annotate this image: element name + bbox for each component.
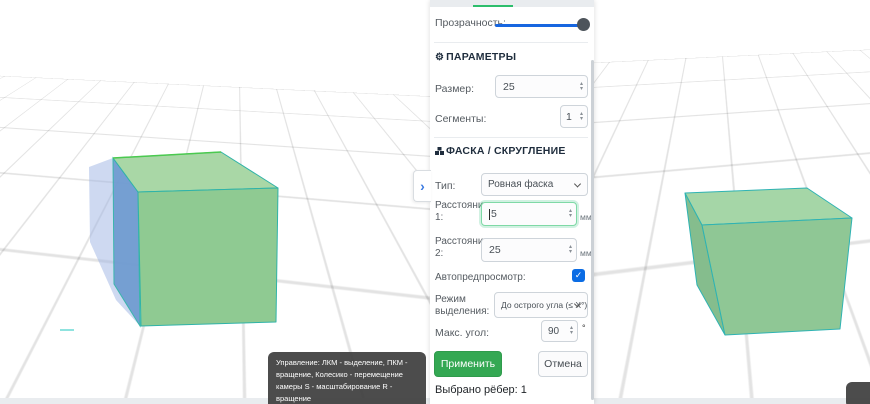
distance1-stepper[interactable]: ▴ ▾	[569, 209, 572, 219]
max-angle-stepper[interactable]: ▴ ▾	[570, 326, 573, 336]
chevron-down-icon	[574, 180, 581, 187]
max-angle-label: Макс. угол:	[435, 327, 489, 340]
divider	[434, 42, 588, 43]
type-label: Тип:	[435, 180, 455, 193]
cube-top-face[interactable]	[113, 152, 278, 192]
divider	[434, 137, 588, 138]
size-label: Размер:	[435, 83, 474, 96]
panel-tabbar[interactable]	[430, 0, 594, 7]
panel-expand-button[interactable]: ›	[413, 170, 431, 202]
distance2-stepper[interactable]: ▴ ▾	[569, 245, 572, 255]
size-stepper[interactable]: ▴ ▾	[580, 82, 583, 92]
selection-mode-select[interactable]: До острого угла (≤ X°)	[494, 292, 588, 318]
chamfer-type-select[interactable]: Ровная фаска	[481, 173, 588, 196]
axis-marker	[60, 329, 74, 331]
gear-icon: ⚙	[435, 52, 444, 63]
text-caret	[489, 209, 490, 220]
segments-input[interactable]: 1 ▴ ▾	[560, 105, 588, 128]
cancel-button[interactable]: Отмена	[538, 351, 588, 377]
max-angle-input[interactable]: 90 ▴ ▾	[541, 320, 578, 342]
cubes-icon	[435, 147, 444, 156]
distance1-unit: мм	[580, 212, 592, 222]
distance1-input[interactable]: 5 ▴ ▾	[481, 202, 577, 226]
transparency-slider-handle[interactable]	[577, 18, 590, 31]
settings-panel: Прозрачность: ⚙ ПАРАМЕТРЫ Размер: 25 ▴ ▾…	[430, 0, 594, 404]
selected-edges-status: Выбрано рёбер: 1	[435, 384, 527, 396]
stepper-down-icon[interactable]: ▾	[580, 87, 583, 92]
controls-tooltip: Управление: ЛКМ - выделение, ПКМ - враще…	[268, 352, 426, 404]
stepper-down-icon[interactable]: ▾	[580, 117, 583, 122]
stepper-down-icon[interactable]: ▾	[569, 250, 572, 255]
distance2-unit: мм	[580, 248, 592, 258]
autopreview-label: Автопредпросмотр:	[435, 272, 526, 284]
cube-left[interactable]	[0, 0, 430, 404]
size-input[interactable]: 25 ▴ ▾	[495, 75, 588, 98]
apply-button[interactable]: Применить	[434, 351, 502, 377]
autopreview-checkbox[interactable]: ✓	[572, 269, 585, 282]
parameters-section-title: ⚙ ПАРАМЕТРЫ	[435, 51, 516, 63]
cube-front-face[interactable]	[138, 188, 278, 326]
cube-right[interactable]	[594, 0, 870, 404]
corner-tooltip	[846, 382, 870, 404]
stepper-down-icon[interactable]: ▾	[569, 214, 572, 219]
distance2-label: Расстояние 2:	[435, 236, 483, 260]
cube-front-face[interactable]	[702, 218, 852, 335]
panel-scrollbar[interactable]	[591, 60, 594, 400]
stepper-down-icon[interactable]: ▾	[570, 331, 573, 336]
check-icon: ✓	[575, 270, 583, 281]
segments-label: Сегменты:	[435, 113, 486, 126]
max-angle-unit: °	[582, 323, 586, 333]
viewport-right[interactable]	[594, 0, 870, 404]
chevron-right-icon: ›	[420, 178, 425, 194]
viewport-left[interactable]: Управление: ЛКМ - выделение, ПКМ - враще…	[0, 0, 430, 404]
active-tab-indicator	[473, 5, 513, 7]
selection-mode-label: Режим выделения:	[435, 294, 485, 318]
distance2-input[interactable]: 25 ▴ ▾	[481, 238, 577, 262]
segments-stepper[interactable]: ▴ ▾	[580, 112, 583, 122]
transparency-slider[interactable]	[495, 24, 588, 27]
distance1-label: Расстояние 1:	[435, 200, 483, 224]
chamfer-section-title: ФАСКА / СКРУГЛЕНИЕ	[435, 145, 566, 157]
